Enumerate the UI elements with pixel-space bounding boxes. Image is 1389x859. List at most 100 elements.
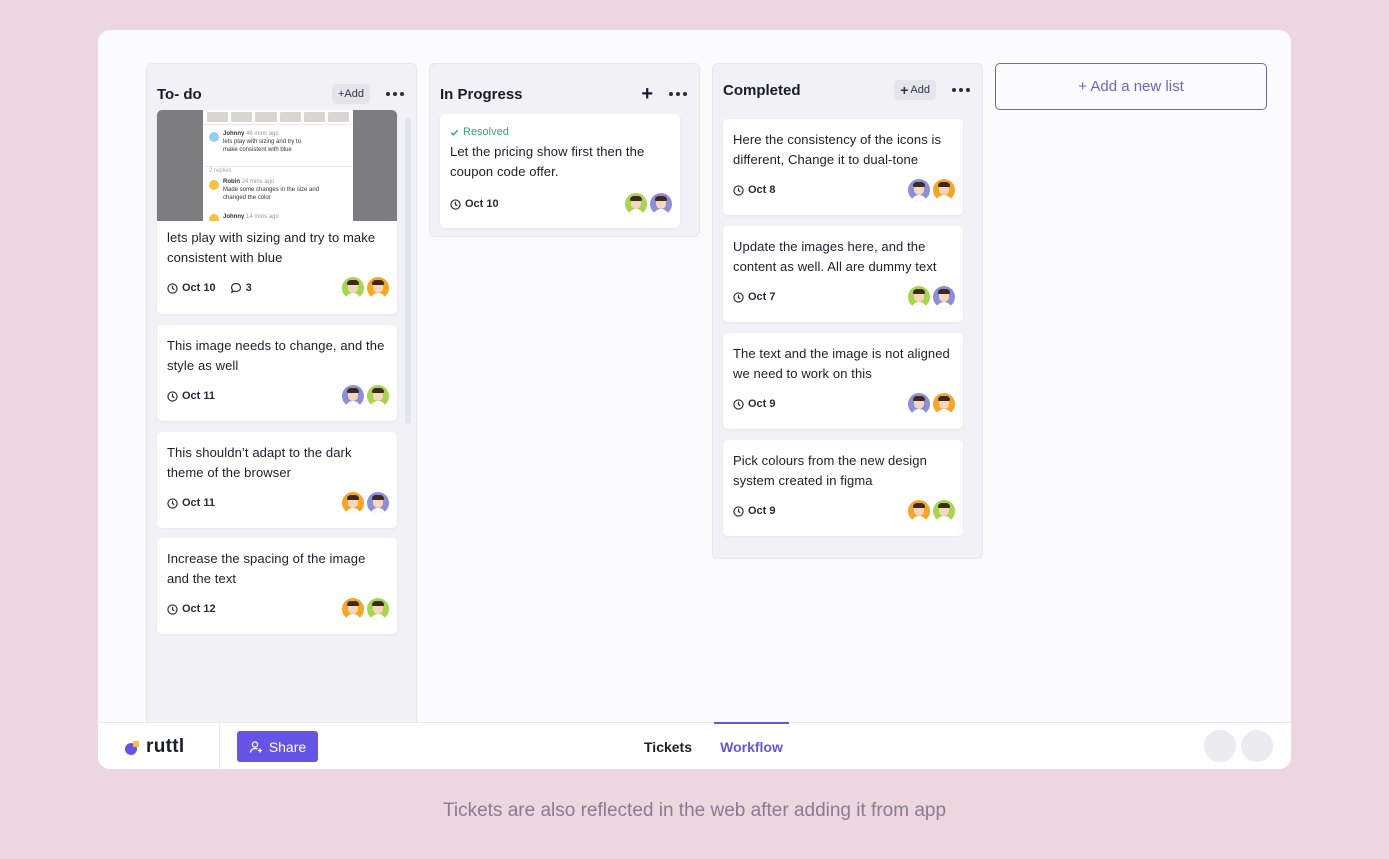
preview-comments-panel: Johnny 46 mins ago lets play with sizing… (203, 110, 353, 221)
avatar (367, 598, 389, 620)
clock-icon (167, 390, 178, 402)
avatar (908, 286, 930, 308)
comment-author: Robin (223, 179, 240, 185)
list-scrollbar[interactable] (405, 118, 411, 424)
card[interactable]: This shouldn’t adapt to the dark theme o… (157, 432, 397, 528)
comment-text: Made some changes in the size and (223, 187, 320, 193)
clock-icon (167, 282, 178, 294)
meta-left: Oct 11 (167, 390, 215, 402)
card[interactable]: Update the images here, and the content … (723, 226, 963, 322)
card[interactable]: Resolved Let the pricing show first then… (440, 114, 680, 228)
list-todo: To- do +Add Johnny 46 mins ago lets play… (146, 63, 417, 743)
card[interactable]: Increase the spacing of the image and th… (157, 538, 397, 634)
logo[interactable]: ruttl (124, 736, 184, 758)
replies-count: 2 replies (209, 168, 232, 174)
plus-icon[interactable]: + (641, 84, 653, 104)
comment-time: 46 mins ago (246, 131, 279, 137)
add-card-button[interactable]: +Add (332, 84, 370, 104)
card-text: lets play with sizing and try to make co… (167, 230, 376, 265)
due-date-text: Oct 9 (748, 398, 776, 410)
tab-tickets[interactable]: Tickets (644, 723, 692, 769)
list-header: In Progress + (440, 82, 689, 106)
due-date: Oct 7 (733, 291, 776, 303)
avatar (342, 598, 364, 620)
more-icon[interactable] (667, 88, 689, 100)
due-date-text: Oct 11 (182, 497, 216, 509)
more-icon[interactable] (384, 88, 406, 100)
clock-icon (167, 497, 178, 509)
clock-icon (167, 603, 178, 615)
assignees (342, 492, 389, 514)
bottom-bar: ruttl Share Tickets Workflow (98, 722, 1291, 769)
clock-icon (733, 398, 744, 410)
due-date: Oct 9 (733, 398, 776, 410)
share-label: Share (268, 738, 307, 755)
due-date-text: Oct 9 (748, 505, 776, 517)
due-date-text: Oct 7 (748, 291, 776, 303)
avatar (908, 393, 930, 415)
card-text: This shouldn’t adapt to the dark theme o… (167, 445, 352, 480)
due-date-text: Oct 10 (465, 198, 499, 210)
assignees (625, 193, 672, 215)
list-in-progress: In Progress + Resolved Let the pricing s… (429, 63, 700, 237)
assignees (342, 598, 389, 620)
comment-count-text: 3 (245, 282, 252, 294)
add-new-list-button[interactable]: + Add a new list (995, 63, 1267, 110)
card[interactable]: Johnny 46 mins ago lets play with sizing… (157, 110, 397, 314)
assignees (342, 385, 389, 407)
meta-left: Oct 7 (733, 291, 776, 303)
card[interactable]: Here the consistency of the icons is dif… (723, 119, 963, 215)
meta-left: Oct 11 (167, 497, 215, 509)
card-preview-image: Johnny 46 mins ago lets play with sizing… (157, 110, 397, 221)
card-text: Here the consistency of the icons is dif… (733, 132, 942, 167)
user-avatar-button[interactable] (1204, 730, 1236, 762)
card-text: Update the images here, and the content … (733, 239, 937, 274)
clock-icon (450, 198, 461, 210)
assignees (342, 277, 389, 299)
tab-workflow[interactable]: Workflow (714, 722, 789, 769)
clock-icon (733, 505, 744, 517)
comment-author: Johnny (223, 131, 245, 137)
avatar (342, 385, 364, 407)
due-date: Oct 8 (733, 184, 776, 196)
ruttl-logo-icon (125, 741, 139, 755)
due-date: Oct 12 (167, 603, 216, 615)
due-date-text: Oct 8 (748, 184, 776, 196)
workflow-board: To- do +Add Johnny 46 mins ago lets play… (98, 30, 1291, 743)
comment-text: make consistent with blue (223, 147, 292, 153)
status-badge: Resolved (440, 114, 680, 142)
due-date: Oct 10 (450, 198, 499, 210)
avatar (650, 193, 672, 215)
comment-time: 24 mins ago (241, 179, 275, 185)
meta-left: Oct 9 (733, 505, 776, 517)
card-meta: Oct 12 (157, 598, 397, 620)
share-button[interactable]: Share (237, 731, 318, 762)
card-meta: Oct 8 (723, 179, 963, 201)
assignees (908, 500, 955, 522)
card[interactable]: Pick colours from the new design system … (723, 440, 963, 536)
more-icon[interactable] (950, 84, 972, 96)
add-label: Add (910, 84, 930, 96)
card[interactable]: This image needs to change, and the styl… (157, 325, 397, 421)
card[interactable]: The text and the image is not aligned we… (723, 333, 963, 429)
card-text: This image needs to change, and the styl… (167, 338, 385, 373)
due-date: Oct 11 (167, 497, 215, 509)
avatar (209, 214, 219, 221)
preview-comment: Robin 24 mins ago Made some changes in t… (223, 178, 319, 202)
card-meta: Oct 9 (723, 393, 963, 415)
comment-author: Johnny (223, 214, 245, 220)
card-text: Increase the spacing of the image and th… (167, 551, 366, 586)
due-date-text: Oct 10 (182, 282, 216, 294)
preview-thumbnails (207, 112, 350, 122)
avatar (933, 286, 955, 308)
plus-icon: + (900, 82, 909, 98)
avatar (209, 180, 219, 190)
meta-left: Oct 10 3 (167, 282, 252, 294)
card-text: The text and the image is not aligned we… (733, 346, 950, 381)
avatar (625, 193, 647, 215)
user-avatar-button[interactable] (1241, 730, 1273, 762)
meta-left: Oct 9 (733, 398, 776, 410)
avatar (367, 385, 389, 407)
assignees (908, 286, 955, 308)
add-card-button[interactable]: +Add (894, 80, 936, 100)
